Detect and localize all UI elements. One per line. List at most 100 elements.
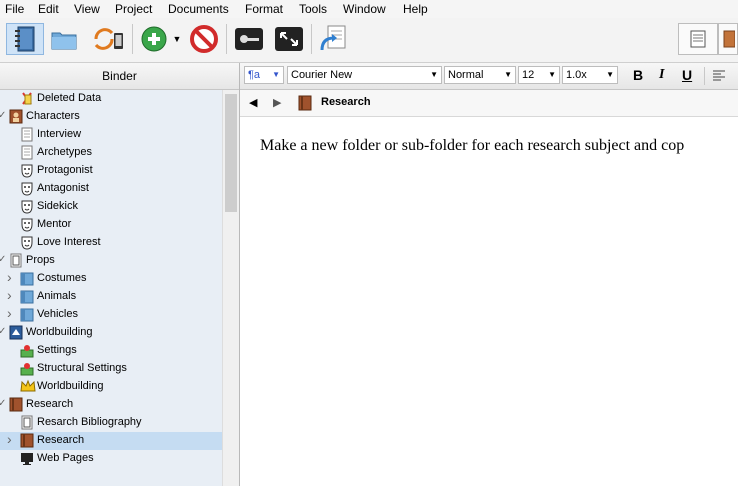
binder-item[interactable]: Archetypes [0,144,222,162]
forward-arrow-icon[interactable]: ▶ [273,96,281,109]
binder-item[interactable]: Love Interest [0,234,222,252]
binder-item[interactable]: Deleted Data [0,90,222,108]
document-icon [20,145,34,160]
binder-item-label: Characters [26,110,80,122]
folder-icon [20,271,34,286]
chevron-down-icon: ▼ [172,34,182,44]
binder-item[interactable]: Protagonist [0,162,222,180]
chevron-right-icon[interactable]: › [7,287,12,303]
binder-item[interactable]: Mentor [0,216,222,234]
menu-bar: File Edit View Project Documents Format … [0,0,738,18]
chevron-down-icon: ▼ [606,70,614,79]
binder-item[interactable]: Sidekick [0,198,222,216]
binder-item-label: Mentor [37,218,72,230]
binder-item[interactable]: Worldbuilding [0,378,222,396]
folder-open-icon [51,32,77,50]
add-dropdown-button[interactable]: ▼ [170,23,184,55]
menu-project[interactable]: Project [115,2,152,16]
binder-item-label: Worldbuilding [26,326,93,338]
binder-item[interactable]: › Costumes [0,269,222,288]
binder-item-label: Worldbuilding [37,380,104,392]
binder-item-label: Vehicles [37,308,78,320]
editor-text[interactable]: Make a new folder or sub-folder for each… [260,137,684,155]
view-mode-button[interactable] [678,23,718,55]
binder-item[interactable]: Settings [0,342,222,360]
toolbar-separator [132,24,133,54]
scrollbar-thumb[interactable] [225,94,237,212]
binder-item[interactable]: Web Pages [0,450,222,468]
chevron-down-icon[interactable]: ✓ [0,254,6,265]
mask-icon [20,163,34,178]
menu-help[interactable]: Help [403,2,428,16]
binder-toggle-button[interactable] [6,23,44,55]
chevron-down-icon[interactable]: ✓ [0,398,6,409]
line-spacing-value: 1.0x [566,69,587,81]
chevron-right-icon[interactable]: › [7,269,12,285]
binder-item-label: Sidekick [37,200,78,212]
corkboard-icon [723,30,735,48]
add-button[interactable] [138,23,170,55]
binder-tree: Deleted Data ✓ Characters Interview Archetyp… [0,90,222,486]
menu-tools[interactable]: Tools [299,2,327,16]
binder-item[interactable]: Interview [0,126,222,144]
underline-button[interactable]: U [682,67,692,83]
binder-item[interactable]: Resarch Bibliography [0,414,222,432]
menu-documents[interactable]: Documents [168,2,229,16]
binder-item[interactable]: › Vehicles [0,305,222,324]
folder-icon [20,307,34,322]
toolbar-separator [226,24,227,54]
binder-item-label: Archetypes [37,146,93,158]
chevron-down-icon: ▼ [548,70,556,79]
italic-button[interactable]: I [659,67,664,83]
line-spacing-dropdown[interactable]: 1.0x ▼ [562,66,618,84]
sync-button[interactable] [91,23,127,55]
binder-item[interactable]: ✓ Worldbuilding [0,324,222,342]
chevron-right-icon[interactable]: › [7,431,12,447]
chevron-down-icon: ▼ [272,70,280,79]
editor-area[interactable]: Make a new folder or sub-folder for each… [240,117,738,486]
menu-edit[interactable]: Edit [38,2,59,16]
corkboard-view-button[interactable] [718,23,738,55]
font-style-dropdown[interactable]: Normal ▼ [444,66,516,84]
binder-item[interactable]: ✓ Research [0,396,222,414]
props-icon [20,415,34,430]
document-icon [20,127,34,142]
font-style-value: Normal [448,69,484,81]
chevron-down-icon[interactable]: ✓ [0,326,6,337]
inspector-button[interactable] [48,23,80,55]
binder-item[interactable]: › Research [0,431,222,450]
binder-item-label: Research [26,398,74,410]
keywords-button[interactable] [233,23,265,55]
binder-scrollbar[interactable] [222,90,239,486]
binder-item[interactable]: Antagonist [0,180,222,198]
compile-button[interactable] [317,23,349,55]
folder-icon [20,289,34,304]
binder-item[interactable]: › Animals [0,287,222,306]
chevron-right-icon[interactable]: › [7,305,12,321]
characters-folder-icon [9,109,23,124]
binder-item-label: Costumes [37,272,87,284]
paragraph-style-dropdown[interactable]: ¶a ▼ [244,66,284,84]
binder-item[interactable]: Structural Settings [0,360,222,378]
mask-icon [20,181,34,196]
bold-button[interactable]: B [633,67,643,83]
align-left-icon[interactable] [712,70,726,82]
menu-window[interactable]: Window [343,2,386,16]
binder-item[interactable]: ✓ Props [0,252,222,270]
font-size-dropdown[interactable]: 12 ▼ [518,66,560,84]
delete-button[interactable] [188,23,220,55]
binder-item-label: Resarch Bibliography [37,416,142,428]
props-icon [9,253,23,268]
book-icon [20,433,34,448]
back-arrow-icon[interactable]: ◀ [249,96,257,109]
fullscreen-button[interactable] [273,23,305,55]
menu-format[interactable]: Format [245,2,283,16]
binder-item[interactable]: ✓ Characters [0,108,222,126]
menu-file[interactable]: File [5,2,24,16]
menu-view[interactable]: View [74,2,100,16]
mask-icon [20,235,34,250]
paragraph-style-icon: ¶a [248,69,261,81]
chevron-down-icon[interactable]: ✓ [0,110,6,121]
font-family-dropdown[interactable]: Courier New ▼ [287,66,442,84]
chevron-down-icon: ▼ [430,70,438,79]
